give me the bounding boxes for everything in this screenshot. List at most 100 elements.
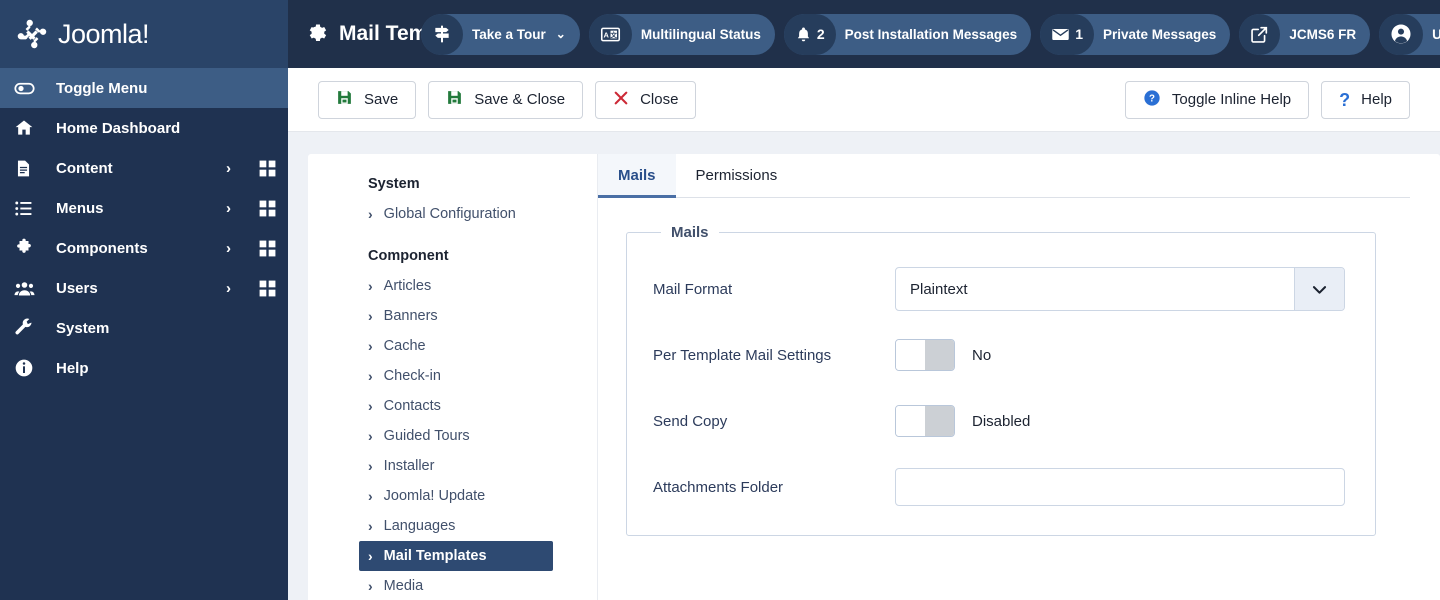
tab-mails[interactable]: Mails bbox=[598, 154, 676, 198]
sidebar-item-components[interactable]: Components › bbox=[0, 228, 288, 268]
attachments-folder-input[interactable] bbox=[895, 468, 1345, 506]
per-template-toggle[interactable] bbox=[895, 339, 955, 371]
help-circle-icon: ? bbox=[1143, 89, 1161, 111]
chevron-right-icon[interactable]: › bbox=[226, 160, 231, 177]
tree-item-label: Contacts bbox=[383, 398, 441, 414]
puzzle-icon bbox=[14, 238, 40, 258]
pill-label: Post Installation Messages bbox=[844, 26, 1018, 42]
toggle-icon bbox=[14, 78, 40, 99]
chevron-right-icon: › bbox=[368, 488, 373, 504]
grid-icon[interactable] bbox=[258, 159, 277, 178]
save-button[interactable]: Save bbox=[318, 80, 417, 119]
private-messages-button[interactable]: 1 Private Messages bbox=[1040, 13, 1231, 55]
tree-item-label: Check-in bbox=[383, 368, 441, 384]
svg-text:?: ? bbox=[1149, 93, 1155, 104]
save-icon bbox=[336, 89, 353, 110]
tree-item-check-in[interactable]: › Check-in bbox=[359, 361, 553, 391]
sidebar-item-system[interactable]: System bbox=[0, 308, 288, 348]
user-menu-button[interactable]: User Menu ⌄ bbox=[1379, 13, 1440, 55]
document-icon bbox=[14, 159, 40, 178]
tree-item-installer[interactable]: › Installer bbox=[359, 451, 553, 481]
chevron-right-icon[interactable]: › bbox=[226, 240, 231, 257]
tree-item-cache[interactable]: › Cache bbox=[359, 331, 553, 361]
tab-label: Permissions bbox=[695, 167, 778, 184]
tree-item-label: Joomla! Update bbox=[383, 488, 486, 504]
user-circle-icon bbox=[1379, 13, 1424, 55]
tab-label: Mails bbox=[618, 167, 656, 184]
chevron-right-icon: › bbox=[368, 398, 373, 414]
grid-icon[interactable] bbox=[258, 239, 277, 258]
tree-item-global-configuration[interactable]: › Global Configuration bbox=[359, 199, 553, 229]
external-link-icon bbox=[1239, 13, 1281, 55]
tree-section-component: Component bbox=[368, 248, 449, 264]
tree-item-label: Cache bbox=[383, 338, 426, 354]
tree-item-label: Banners bbox=[383, 308, 438, 324]
chevron-right-icon: › bbox=[368, 578, 373, 594]
users-icon bbox=[14, 278, 40, 299]
take-a-tour-button[interactable]: Take a Tour ⌄ bbox=[421, 13, 580, 55]
sidebar-item-label: Content bbox=[56, 159, 113, 177]
pill-label: Multilingual Status bbox=[640, 26, 761, 42]
site-preview-button[interactable]: JCMS6 FR bbox=[1239, 13, 1371, 55]
tree-item-contacts[interactable]: › Contacts bbox=[359, 391, 553, 421]
wrench-icon bbox=[14, 318, 40, 338]
send-copy-label: Send Copy bbox=[653, 412, 728, 430]
sidebar-item-home-dashboard[interactable]: Home Dashboard bbox=[0, 108, 288, 148]
post-installation-messages-button[interactable]: 2 Post Installation Messages bbox=[783, 13, 1032, 55]
close-button[interactable]: Close bbox=[595, 80, 697, 119]
gear-icon bbox=[304, 20, 327, 49]
main-region: Mail Templates Take a Tour ⌄ A 文 Multili… bbox=[288, 0, 1440, 600]
pill-label: Take a Tour bbox=[472, 26, 546, 42]
tree-item-media[interactable]: › Media bbox=[359, 571, 553, 600]
grid-icon[interactable] bbox=[258, 279, 277, 298]
tree-item-languages[interactable]: › Languages bbox=[359, 511, 553, 541]
help-button[interactable]: ? Help bbox=[1321, 80, 1410, 119]
joomla-admin-window: Joomla! Toggle Menu Home Dashboard Conte… bbox=[0, 0, 1440, 600]
sidebar-item-users[interactable]: Users › bbox=[0, 268, 288, 308]
save-and-close-label: Save & Close bbox=[474, 91, 566, 108]
chevron-down-icon[interactable] bbox=[1294, 268, 1344, 310]
toggle-menu-label: Toggle Menu bbox=[56, 79, 148, 97]
notification-count: 2 bbox=[816, 26, 825, 42]
home-icon bbox=[14, 118, 40, 138]
translate-icon: A 文 bbox=[588, 13, 632, 55]
chevron-right-icon[interactable]: › bbox=[226, 200, 231, 217]
field-per-template-mail-settings: Per Template Mail Settings No bbox=[653, 333, 1349, 377]
mail-format-select[interactable]: Plaintext bbox=[895, 267, 1345, 311]
tree-item-label: Mail Templates bbox=[383, 548, 487, 564]
tree-item-joomla-update[interactable]: › Joomla! Update bbox=[359, 481, 553, 511]
sidebar-item-content[interactable]: Content › bbox=[0, 148, 288, 188]
tree-item-label: Guided Tours bbox=[383, 428, 470, 444]
sidebar-item-label: Components bbox=[56, 239, 148, 257]
sidebar-item-help[interactable]: Help bbox=[0, 348, 288, 388]
save-and-close-button[interactable]: Save & Close bbox=[428, 80, 584, 119]
mail-format-label: Mail Format bbox=[653, 280, 733, 298]
tree-item-banners[interactable]: › Banners bbox=[359, 301, 553, 331]
tree-item-articles[interactable]: › Articles bbox=[359, 271, 553, 301]
tree-item-guided-tours[interactable]: › Guided Tours bbox=[359, 421, 553, 451]
content-card: System › Global Configuration Component … bbox=[308, 154, 1440, 600]
message-count: 1 bbox=[1075, 26, 1083, 42]
toggle-menu-button[interactable]: Toggle Menu bbox=[0, 68, 288, 108]
field-attachments-folder: Attachments Folder bbox=[653, 465, 1349, 509]
tree-item-label: Languages bbox=[383, 518, 456, 534]
tree-item-label: Media bbox=[383, 578, 424, 594]
toggle-inline-help-button[interactable]: ? Toggle Inline Help bbox=[1124, 80, 1310, 119]
joomla-brand[interactable]: Joomla! bbox=[0, 0, 288, 68]
svg-text:A: A bbox=[603, 30, 609, 39]
tab-permissions[interactable]: Permissions bbox=[676, 154, 798, 198]
brand-name: Joomla! bbox=[58, 18, 150, 49]
chevron-down-icon[interactable]: ⌄ bbox=[556, 27, 566, 41]
send-copy-toggle[interactable] bbox=[895, 405, 955, 437]
chevron-right-icon[interactable]: › bbox=[226, 280, 231, 297]
tree-item-mail-templates[interactable]: › Mail Templates bbox=[359, 541, 553, 571]
close-label: Close bbox=[640, 91, 679, 108]
grid-icon[interactable] bbox=[258, 199, 277, 218]
sidebar-item-menus[interactable]: Menus › bbox=[0, 188, 288, 228]
signpost-icon bbox=[421, 13, 463, 55]
send-copy-state: Disabled bbox=[972, 412, 1031, 430]
joomla-logo-icon bbox=[17, 19, 47, 49]
multilingual-status-button[interactable]: A 文 Multilingual Status bbox=[588, 13, 775, 55]
chevron-right-icon: › bbox=[368, 518, 373, 534]
field-mail-format: Mail Format Plaintext bbox=[653, 267, 1349, 311]
